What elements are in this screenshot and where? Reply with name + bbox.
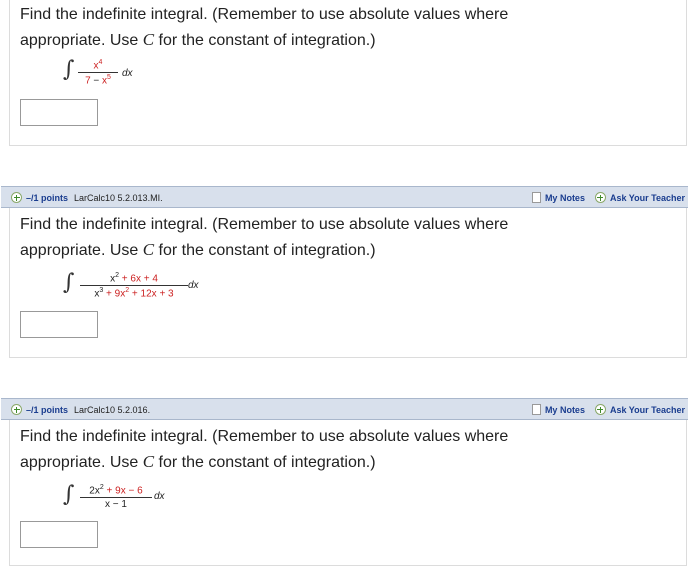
source-label: LarCalc10 5.2.013.MI. (74, 192, 163, 203)
source-label: LarCalc10 5.2.016. (74, 404, 151, 415)
ask-your-teacher-link[interactable]: Ask Your Teacher (610, 405, 685, 415)
answer-input-1[interactable] (20, 99, 98, 126)
question-1-text: Find the indefinite integral. (Remember … (20, 6, 509, 49)
question-3-text: Find the indefinite integral. (Remember … (20, 428, 509, 471)
expand-plus-icon[interactable] (11, 404, 22, 415)
notes-icon[interactable] (531, 192, 541, 203)
ask-your-teacher-link[interactable]: Ask Your Teacher (610, 193, 685, 203)
ask-plus-icon[interactable] (594, 404, 606, 415)
question-header-2: –/1 points LarCalc10 5.2.013.MI. My Note… (1, 186, 688, 208)
question-header-3: –/1 points LarCalc10 5.2.016. My Notes A… (1, 398, 688, 420)
points-label: –/1 points (26, 404, 69, 415)
my-notes-link[interactable]: My Notes (545, 405, 585, 415)
my-notes-link[interactable]: My Notes (545, 193, 585, 203)
question-2-text: Find the indefinite integral. (Remember … (20, 216, 509, 259)
points-label: –/1 points (26, 192, 69, 203)
ask-plus-icon[interactable] (594, 192, 606, 203)
expand-plus-icon[interactable] (11, 192, 22, 203)
answer-input-2[interactable] (20, 311, 98, 338)
notes-icon[interactable] (531, 404, 541, 415)
answer-input-3[interactable] (20, 521, 98, 548)
